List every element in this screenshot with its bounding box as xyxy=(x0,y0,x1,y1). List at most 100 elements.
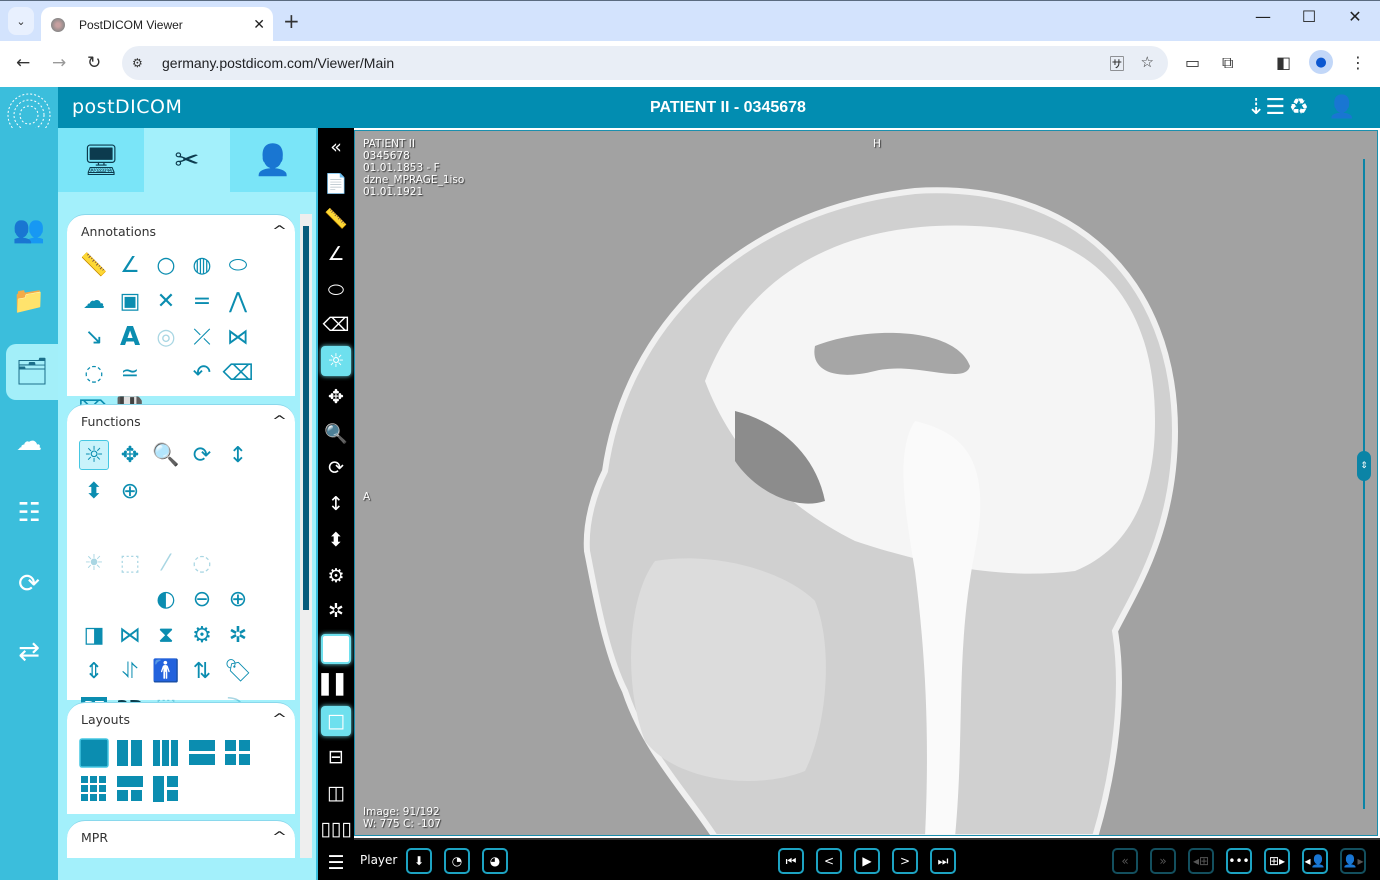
rail-sync[interactable]: ⟳ xyxy=(0,556,58,612)
recycle-bin-icon[interactable]: ♻ xyxy=(1289,95,1309,120)
rotate-settings-icon[interactable]: ⚙ xyxy=(321,561,351,591)
window-level-icon[interactable]: ☼ xyxy=(321,346,351,376)
prev-patient-button[interactable]: ◂👤 xyxy=(1302,848,1328,874)
auto-window-icon[interactable]: ☀ xyxy=(76,545,112,581)
tag-icon[interactable]: 🏷 xyxy=(220,653,256,689)
text-icon[interactable]: A xyxy=(112,319,148,355)
layout-1-top-2-bottom[interactable] xyxy=(112,771,148,807)
back-icon[interactable]: ← xyxy=(16,53,30,73)
maximize-button[interactable]: ☐ xyxy=(1286,7,1332,26)
first-frame-button[interactable]: ⏮ xyxy=(778,848,804,874)
layout-2-rows-icon[interactable]: ☰ xyxy=(321,848,351,878)
user-icon[interactable]: 👤 xyxy=(1328,95,1355,120)
hatched-circle-icon[interactable]: ◍ xyxy=(184,247,220,283)
bidirectional-icon[interactable]: ⋈ xyxy=(220,319,256,355)
tab-viewer-settings[interactable]: 🖥 xyxy=(58,128,144,192)
arrow-icon[interactable]: ↘ xyxy=(76,319,112,355)
collapse-icon[interactable]: « xyxy=(321,132,351,162)
layout-1-top-2-bottom-icon[interactable]: ⊟ xyxy=(321,742,351,772)
scroll-icon[interactable]: ↕ xyxy=(220,437,256,473)
zoom-icon[interactable]: 🔍 xyxy=(321,418,351,448)
crop-icon[interactable]: ⬚ xyxy=(112,545,148,581)
roi-shape-icon[interactable]: ◌ xyxy=(184,545,220,581)
zoom-in-icon[interactable]: ⊕ xyxy=(220,581,256,617)
annotations-header[interactable]: Annotations ^ xyxy=(67,215,295,247)
sort-arrows-icon[interactable]: ⇅ xyxy=(184,653,220,689)
polyline-icon[interactable]: ⋀ xyxy=(220,283,256,319)
undo-icon[interactable]: ↶ xyxy=(184,355,220,391)
download-button[interactable]: ⬇ xyxy=(406,848,432,874)
zoom-icon[interactable]: 🔍 xyxy=(148,437,184,473)
person-icon[interactable]: 🚹 xyxy=(148,653,184,689)
speed-down-button[interactable]: ◔ xyxy=(444,848,470,874)
rail-patients[interactable]: 👥 xyxy=(0,202,58,258)
stack-scroll-icon[interactable]: ⬍ xyxy=(321,525,351,555)
rectangle-roi-icon[interactable]: ▣ xyxy=(112,283,148,319)
stack-scroll-icon[interactable]: ⬍ xyxy=(76,473,112,509)
expand-vertical-icon[interactable]: ⇕ xyxy=(76,653,112,689)
report-view-icon[interactable]: 📄 xyxy=(321,168,351,198)
mpr-header[interactable]: MPR ^ xyxy=(67,821,295,853)
layout-3-columns[interactable] xyxy=(148,735,184,771)
side-panel-icon[interactable]: ◧ xyxy=(1276,53,1291,72)
reload-icon[interactable]: ↻ xyxy=(87,53,101,73)
chevron-up-icon[interactable]: ^ xyxy=(272,712,287,727)
extensions-icon[interactable]: ⧉ xyxy=(1222,53,1233,73)
layout-1-left-2-right[interactable] xyxy=(148,771,184,807)
eraser-icon[interactable]: ⌫ xyxy=(321,310,351,340)
tab-patient-info[interactable]: 👤 xyxy=(230,128,316,192)
play-button[interactable]: ▶ xyxy=(854,848,880,874)
ellipse-icon[interactable]: ⬭ xyxy=(220,247,256,283)
ruler-icon[interactable]: 📏 xyxy=(76,247,112,283)
layout-2-rows[interactable] xyxy=(184,735,220,771)
layout-split-icon[interactable]: ▌▌ xyxy=(321,670,351,700)
panel-scrollbar[interactable] xyxy=(300,214,312,858)
screenshot-icon[interactable]: ▭ xyxy=(1185,53,1200,72)
rail-upload[interactable]: ☁ xyxy=(0,414,58,470)
bone-icon[interactable]: ⁄ xyxy=(148,545,184,581)
new-tab-button[interactable]: + xyxy=(283,9,300,33)
layout-2-columns[interactable] xyxy=(112,735,148,771)
rail-viewer[interactable]: 🗂 xyxy=(6,344,58,400)
rail-folders[interactable]: 📁 xyxy=(0,273,58,329)
circle-icon[interactable]: ○ xyxy=(148,247,184,283)
scroll-icon[interactable]: ↕ xyxy=(321,489,351,519)
more-menu-icon[interactable]: ⋮ xyxy=(1350,53,1366,72)
prev-series-button[interactable]: « xyxy=(1112,848,1138,874)
minimize-button[interactable]: — xyxy=(1240,7,1286,26)
layout-box-icon[interactable]: □ xyxy=(321,706,351,736)
sort-list-icon[interactable]: ⇣☰ xyxy=(1247,95,1285,120)
curve-line-icon[interactable]: ≃ xyxy=(112,355,148,391)
ellipse-icon[interactable]: ⬭ xyxy=(321,275,351,305)
angle-icon[interactable]: ∠ xyxy=(321,239,351,269)
reset-icon[interactable]: ✲ xyxy=(321,596,351,626)
eraser-icon[interactable]: ⌫ xyxy=(220,355,256,391)
next-frame-button[interactable]: > xyxy=(892,848,918,874)
translate-icon[interactable]: 🈂 xyxy=(1110,53,1125,74)
target-point-icon[interactable]: ◎ xyxy=(148,319,184,355)
closed-spline-icon[interactable]: ◌ xyxy=(76,355,112,391)
reset-icon[interactable]: ✲ xyxy=(220,617,256,653)
pan-icon[interactable]: ✥ xyxy=(112,437,148,473)
last-frame-button[interactable]: ⏭ xyxy=(930,848,956,874)
prev-layout-button[interactable]: ◂⊞ xyxy=(1188,848,1214,874)
rail-search-list[interactable]: ☷ xyxy=(0,485,58,541)
layout-2x2[interactable] xyxy=(220,735,256,771)
invert-icon[interactable]: ◐ xyxy=(148,581,184,617)
parallel-lines-icon[interactable]: = xyxy=(184,283,220,319)
close-window-button[interactable]: ✕ xyxy=(1332,7,1378,26)
address-input[interactable]: ⚙ germany.postdicom.com/Viewer/Main 🈂 ☆ xyxy=(122,46,1168,80)
functions-header[interactable]: Functions ^ xyxy=(67,405,295,437)
close-tab-icon[interactable]: ✕ xyxy=(253,17,265,33)
browser-tab[interactable]: PostDICOM Viewer ✕ xyxy=(41,7,273,42)
tab-tools[interactable]: ✂ xyxy=(144,128,230,192)
chevron-up-icon[interactable]: ^ xyxy=(272,830,287,845)
image-viewport[interactable]: PATIENT II 0345678 01.01.1853 - F dzne_M… xyxy=(354,130,1378,836)
prev-frame-button[interactable]: < xyxy=(816,848,842,874)
scrollbar-thumb[interactable] xyxy=(303,226,309,610)
layout-single-icon[interactable] xyxy=(321,634,351,664)
mirror-icon[interactable]: ⋈ xyxy=(112,617,148,653)
angle-icon[interactable]: ∠ xyxy=(112,247,148,283)
next-series-button[interactable]: » xyxy=(1150,848,1176,874)
ruler-icon[interactable]: 📏 xyxy=(321,203,351,233)
